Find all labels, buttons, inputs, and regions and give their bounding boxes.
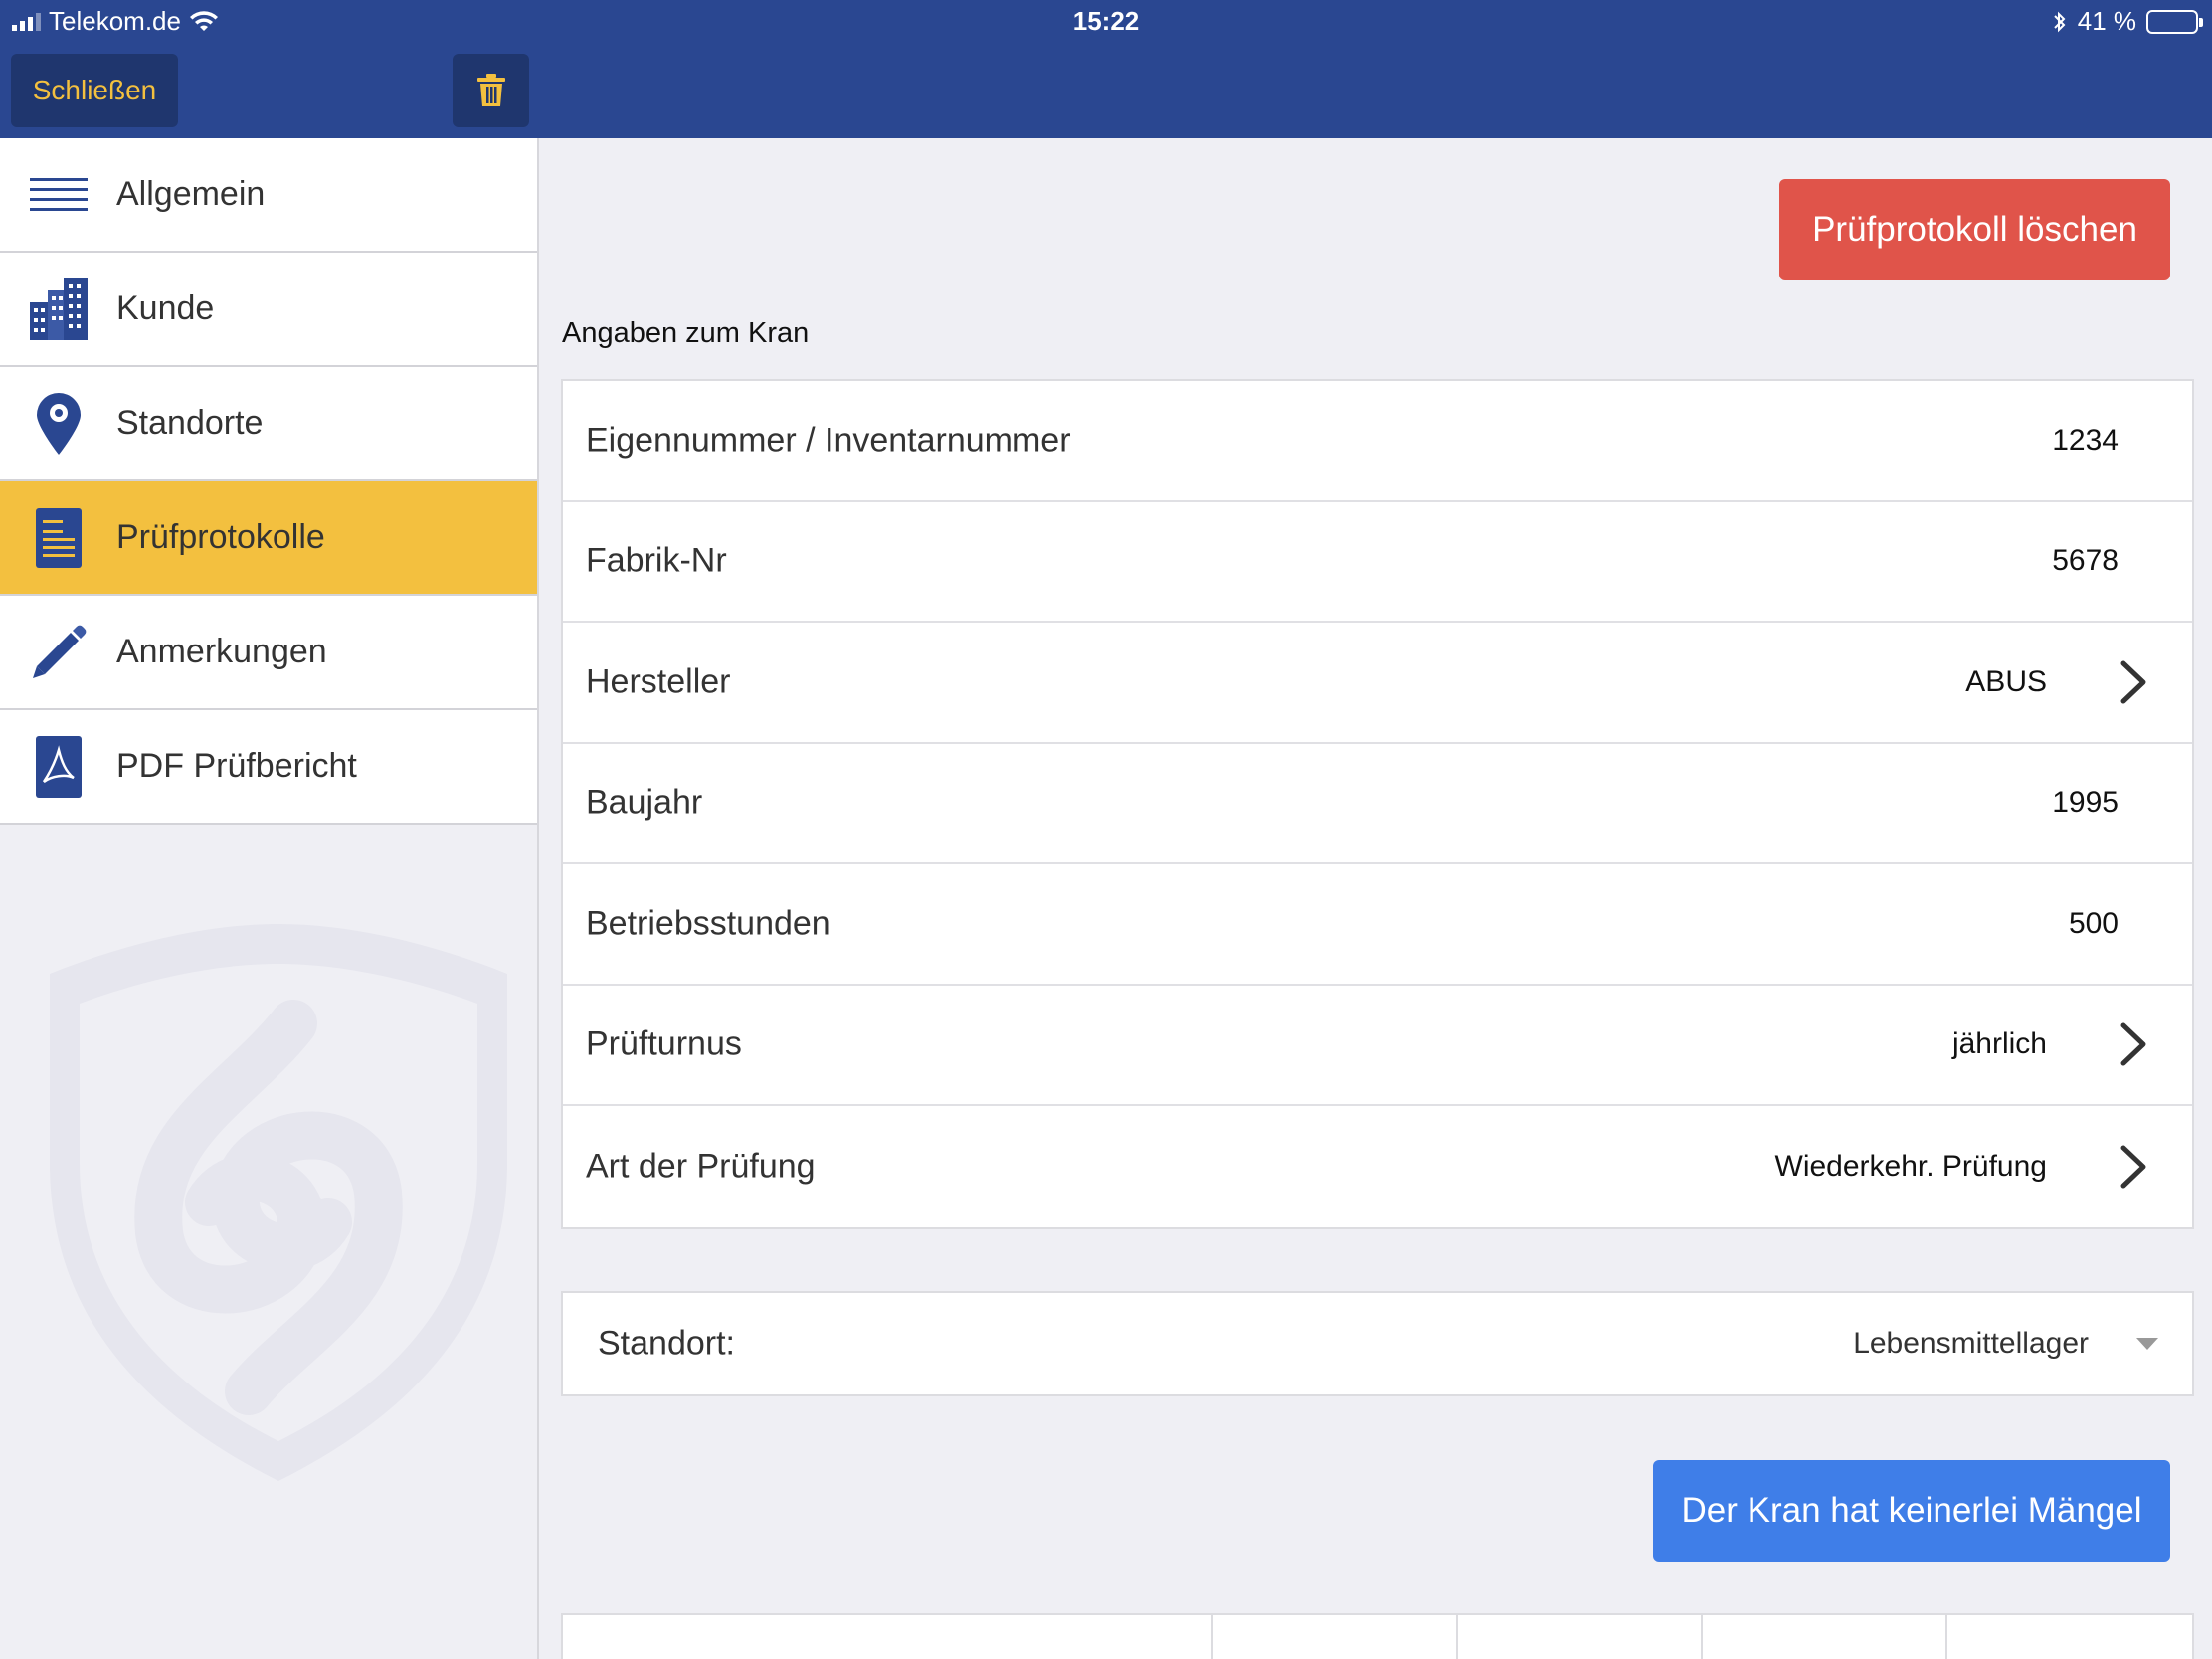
pdf-icon bbox=[0, 735, 116, 798]
trash-button[interactable] bbox=[453, 54, 529, 127]
shield-logo-watermark bbox=[50, 924, 507, 1481]
sidebar-item-label: Anmerkungen bbox=[116, 633, 327, 670]
no-defects-button[interactable]: Der Kran hat keinerlei Mängel bbox=[1653, 1460, 2170, 1562]
field-value[interactable]: 1995 bbox=[2052, 786, 2119, 820]
sidebar-item-allgemein[interactable]: Allgemein bbox=[0, 138, 537, 253]
field-label: Eigennummer / Inventarnummer bbox=[586, 421, 1071, 460]
trash-icon bbox=[476, 74, 505, 106]
field-label: Baujahr bbox=[586, 783, 703, 822]
battery-icon bbox=[2146, 9, 2203, 34]
field-value[interactable]: 1234 bbox=[2052, 424, 2119, 458]
sidebar-item-label: Allgemein bbox=[116, 175, 266, 213]
field-row-eigennummer[interactable]: Eigennummer / Inventarnummer 1234 bbox=[563, 381, 2192, 502]
sidebar-item-label: PDF Prüfbericht bbox=[116, 747, 357, 785]
delete-protocol-button[interactable]: Prüfprotokoll löschen bbox=[1779, 179, 2170, 280]
table-column-divider bbox=[1701, 1615, 1703, 1659]
table-column-divider bbox=[1945, 1615, 1947, 1659]
bluetooth-icon bbox=[2054, 11, 2066, 32]
battery-percent: 41 % bbox=[2077, 6, 2136, 36]
field-label: Hersteller bbox=[586, 662, 731, 701]
document-icon bbox=[0, 507, 116, 568]
status-right: 41 % bbox=[2052, 6, 2203, 37]
sidebar-item-pdf-pruefbericht[interactable]: PDF Prüfbericht bbox=[0, 710, 537, 825]
standort-label: Standort: bbox=[598, 1324, 735, 1363]
caret-down-icon[interactable] bbox=[2136, 1338, 2158, 1350]
defects-table-header bbox=[561, 1613, 2194, 1659]
field-row-pruefturnus[interactable]: Prüfturnus jährlich bbox=[563, 986, 2192, 1106]
buildings-icon bbox=[0, 277, 116, 340]
sidebar-item-label: Prüfprotokolle bbox=[116, 518, 325, 556]
standort-select[interactable]: Standort: Lebensmittellager bbox=[561, 1291, 2194, 1396]
close-button[interactable]: Schließen bbox=[11, 54, 178, 127]
field-label: Betriebsstunden bbox=[586, 904, 830, 943]
status-time: 15:22 bbox=[1072, 6, 1140, 36]
field-value: jährlich bbox=[1951, 1027, 2047, 1061]
sidebar: Allgemein Kunde Standorte Prüfprotokolle… bbox=[0, 138, 539, 1659]
field-value[interactable]: 5678 bbox=[2052, 544, 2119, 578]
chevron-right-icon[interactable] bbox=[2119, 659, 2148, 705]
sidebar-item-label: Standorte bbox=[116, 404, 264, 442]
list-icon bbox=[0, 177, 116, 212]
field-value: Wiederkehr. Prüfung bbox=[1774, 1149, 2047, 1183]
top-nav-bar: Telekom.de 15:22 41 % Schließen bbox=[0, 0, 2212, 138]
field-row-art-der-pruefung[interactable]: Art der Prüfung Wiederkehr. Prüfung bbox=[563, 1106, 2192, 1227]
field-label: Fabrik-Nr bbox=[586, 541, 727, 580]
chevron-right-icon[interactable] bbox=[2119, 1144, 2148, 1190]
field-label: Art der Prüfung bbox=[586, 1147, 816, 1186]
sidebar-item-kunde[interactable]: Kunde bbox=[0, 253, 537, 367]
sidebar-item-anmerkungen[interactable]: Anmerkungen bbox=[0, 596, 537, 710]
field-row-betriebsstunden[interactable]: Betriebsstunden 500 bbox=[563, 864, 2192, 986]
standort-value[interactable]: Lebensmittellager bbox=[1853, 1327, 2089, 1361]
field-row-fabrik-nr[interactable]: Fabrik-Nr 5678 bbox=[563, 502, 2192, 623]
pencil-icon bbox=[0, 625, 116, 680]
table-column-divider bbox=[1456, 1615, 1458, 1659]
field-value: ABUS bbox=[1965, 664, 2047, 698]
status-bar: Telekom.de 15:22 41 % bbox=[0, 0, 2212, 44]
field-row-hersteller[interactable]: Hersteller ABUS bbox=[563, 623, 2192, 744]
section-title: Angaben zum Kran bbox=[562, 317, 810, 349]
field-row-baujahr[interactable]: Baujahr 1995 bbox=[563, 744, 2192, 864]
sidebar-item-label: Kunde bbox=[116, 289, 215, 327]
map-pin-icon bbox=[0, 392, 116, 455]
field-label: Prüfturnus bbox=[586, 1024, 742, 1063]
sidebar-item-standorte[interactable]: Standorte bbox=[0, 367, 537, 481]
crane-details-card: Eigennummer / Inventarnummer 1234 Fabrik… bbox=[561, 379, 2194, 1229]
field-value[interactable]: 500 bbox=[2069, 907, 2119, 941]
table-column-divider bbox=[1211, 1615, 1213, 1659]
sidebar-item-pruefprotokolle[interactable]: Prüfprotokolle bbox=[0, 481, 537, 596]
main-content: Prüfprotokoll löschen Angaben zum Kran E… bbox=[539, 138, 2212, 1659]
chevron-right-icon[interactable] bbox=[2119, 1021, 2148, 1067]
